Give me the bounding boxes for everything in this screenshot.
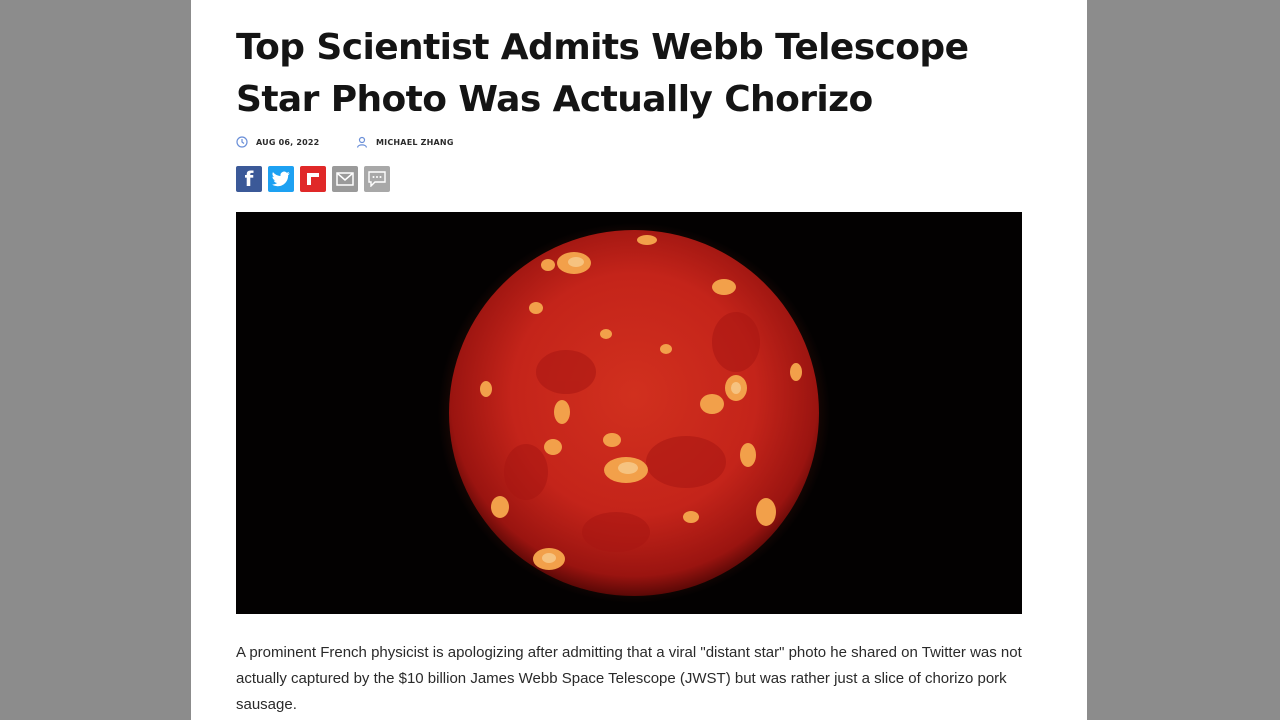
article-paragraph: A prominent French physicist is apologiz… xyxy=(236,644,1022,713)
clock-icon xyxy=(236,136,248,148)
date-meta: AUG 06, 2022 xyxy=(236,136,319,148)
email-icon xyxy=(336,172,354,186)
author-meta[interactable]: MICHAEL ZHANG xyxy=(356,136,454,148)
article-meta: AUG 06, 2022 MICHAEL ZHANG xyxy=(236,136,636,152)
user-icon xyxy=(356,136,368,148)
facebook-share-button[interactable]: f xyxy=(236,166,262,192)
share-bar: f xyxy=(236,166,390,192)
comment-share-button[interactable] xyxy=(364,166,390,192)
article-title: Top Scientist Admits Webb Telescope Star… xyxy=(236,27,969,120)
twitter-icon xyxy=(272,171,290,187)
flipboard-share-button[interactable] xyxy=(300,166,326,192)
flipboard-icon xyxy=(307,173,319,185)
author-name[interactable]: MICHAEL ZHANG xyxy=(376,138,454,147)
article-page: Top Scientist Admits Webb Telescope Star… xyxy=(191,0,1087,720)
chorizo-star-image xyxy=(236,212,1022,614)
hero-image xyxy=(236,212,1022,614)
comment-icon xyxy=(368,171,386,187)
twitter-share-button[interactable] xyxy=(268,166,294,192)
publish-date: AUG 06, 2022 xyxy=(256,137,320,147)
facebook-icon: f xyxy=(244,167,254,191)
email-share-button[interactable] xyxy=(332,166,358,192)
